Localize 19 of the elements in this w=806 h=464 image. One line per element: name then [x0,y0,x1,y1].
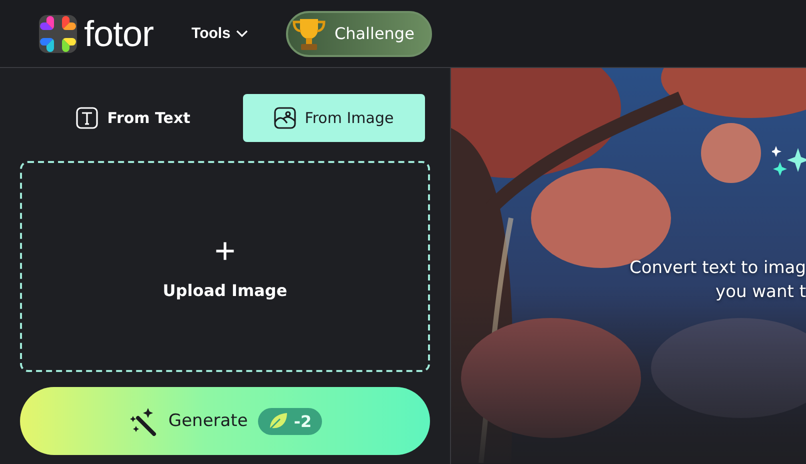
text-icon [76,107,98,129]
tools-menu[interactable]: Tools [192,25,248,42]
leaf-icon [268,412,288,430]
challenge-button[interactable]: Challenge [286,10,432,56]
image-icon [274,107,296,129]
generate-button[interactable]: Generate -2 [20,387,430,455]
chevron-icon [236,30,248,38]
generate-label: Generate [168,411,248,431]
upload-label: Upload Image [162,281,288,300]
tab[interactable]: From Image [242,94,425,142]
magic-wand-icon [128,406,158,436]
tab[interactable]: From Text [42,94,224,142]
logo-icon[interactable] [38,14,78,54]
logo-text: fotor [84,12,154,54]
preview-caption: Convert text to imag [629,258,806,278]
credit-count: -2 [294,412,312,430]
preview-caption: you want t [716,282,806,302]
plus-icon: + [214,233,236,269]
upload-area[interactable]: + Upload Image [20,161,430,372]
